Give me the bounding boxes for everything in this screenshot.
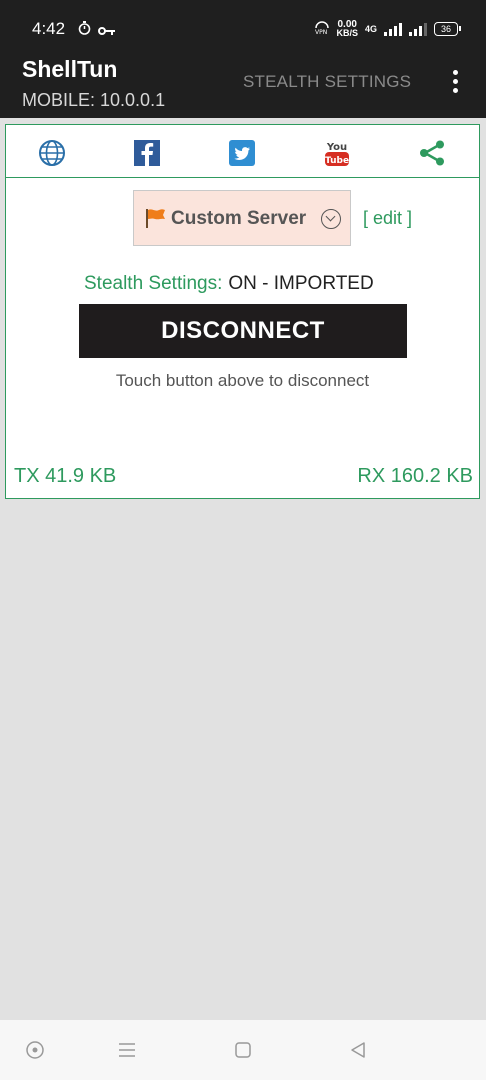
- signal-2-icon: [409, 22, 427, 36]
- rx-counter: RX 160.2 KB: [357, 465, 473, 487]
- app-subtitle: MOBILE: 10.0.0.1: [22, 90, 166, 110]
- back-icon[interactable]: [348, 1040, 368, 1060]
- connection-card: You Tube Custom Server [ edit ] Stealth …: [5, 124, 480, 499]
- youtube-icon[interactable]: You Tube: [323, 139, 351, 167]
- status-time: 4:42: [32, 19, 66, 38]
- app-title: ShellTun: [22, 56, 118, 82]
- stealth-value: ON - IMPORTED: [228, 273, 374, 294]
- server-selector[interactable]: Custom Server: [133, 190, 351, 246]
- vpn-icon: VPN: [315, 21, 330, 37]
- flag-icon: [144, 207, 166, 229]
- app-bar: ShellTun MOBILE: 10.0.0.1 STEALTH SETTIN…: [0, 56, 486, 118]
- globe-icon[interactable]: [38, 139, 66, 167]
- stealth-settings-button[interactable]: STEALTH SETTINGS: [243, 72, 411, 92]
- tx-counter: TX 41.9 KB: [14, 465, 117, 487]
- edit-link[interactable]: [ edit ]: [363, 208, 412, 229]
- svg-text:VPN: VPN: [315, 29, 327, 35]
- navigation-bar: [0, 1020, 486, 1080]
- assistant-icon[interactable]: [25, 1040, 45, 1060]
- social-bar: You Tube: [6, 125, 479, 178]
- timer-icon: [78, 20, 91, 41]
- home-icon[interactable]: [233, 1040, 253, 1060]
- server-name: Custom Server: [171, 208, 307, 229]
- hint-text: Touch button above to disconnect: [115, 371, 370, 390]
- menu-icon[interactable]: [117, 1040, 137, 1060]
- battery-icon: 36: [434, 22, 461, 36]
- svg-text:Tube: Tube: [325, 156, 349, 166]
- signal-icon: [384, 22, 402, 36]
- stealth-status: Stealth Settings: ON - IMPORTED: [84, 273, 374, 295]
- disconnect-button[interactable]: DISCONNECT: [79, 304, 407, 358]
- twitter-icon[interactable]: [228, 139, 256, 167]
- share-icon[interactable]: [418, 139, 446, 167]
- status-bar: 4:42 VPN 0.00 KB/S 4G 36: [0, 0, 486, 56]
- overflow-menu-icon[interactable]: [450, 70, 462, 96]
- stealth-label: Stealth Settings:: [84, 273, 223, 294]
- svg-text:You: You: [326, 142, 347, 153]
- network-speed: 0.00 KB/S: [336, 19, 358, 38]
- key-icon: [98, 23, 116, 41]
- facebook-icon[interactable]: [133, 139, 161, 167]
- chevron-down-icon: [321, 209, 341, 229]
- network-type: 4G: [364, 24, 377, 34]
